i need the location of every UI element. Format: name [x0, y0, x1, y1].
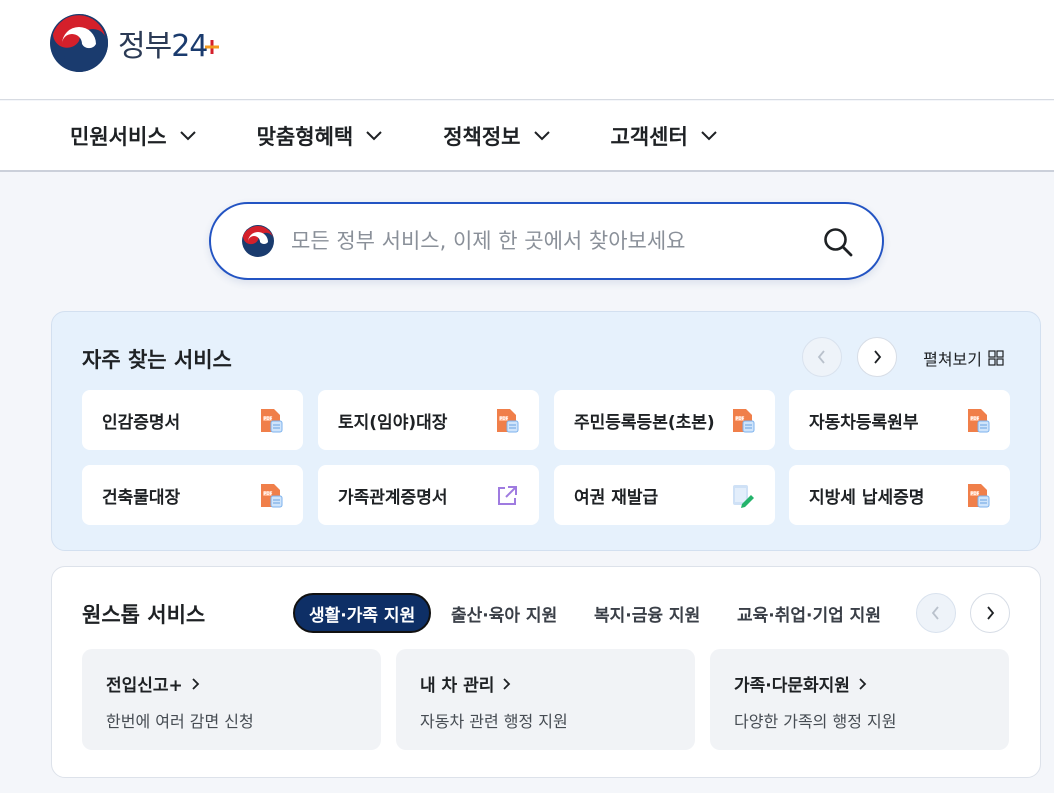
chevron-right-icon [192, 677, 200, 690]
tab-label: 생활·가족 지원 [309, 605, 416, 626]
card-description: 다양한 가족의 행정 지원 [734, 712, 897, 731]
service-label: 주민등록등본(초본) [574, 412, 715, 433]
chevron-right-icon [874, 350, 882, 364]
gnb-item-customer-center[interactable]: 고객센터 [611, 121, 718, 151]
grid-icon [988, 350, 1004, 366]
gnb-label: 민원서비스 [70, 124, 167, 149]
search-icon[interactable] [822, 226, 854, 258]
pdf-icon: PDF [968, 484, 990, 508]
card-description: 한번에 여러 감면 신청 [106, 712, 254, 731]
onestop-card-move-in-report[interactable]: 전입신고+ 한번에 여러 감면 신청 [82, 649, 381, 750]
spread-view-button[interactable]: 펼쳐보기 [923, 346, 1004, 370]
gnb-label: 맞춤형혜택 [256, 124, 354, 149]
tabs-prev-button[interactable] [916, 593, 956, 633]
onestop-card-my-car[interactable]: 내 차 관리 자동차 관련 행정 지원 [396, 649, 695, 750]
card-title: 전입신고+ [106, 671, 357, 696]
card-title-text: 내 차 관리 [420, 676, 495, 696]
card-title: 가족·다문화지원 [734, 671, 985, 696]
external-link-icon [498, 486, 517, 505]
brand-name: 정부 24 [118, 21, 220, 65]
gnb-item-custom-benefits[interactable]: 맞춤형혜택 [257, 121, 384, 151]
service-card-building-register[interactable]: 건축물대장 PDF [82, 465, 303, 525]
tab-welfare-finance[interactable]: 복지·금융 지원 [594, 593, 700, 633]
service-card-resident-register[interactable]: 주민등록등본(초본) PDF [554, 390, 775, 450]
card-title: 내 차 관리 [420, 671, 671, 696]
card-title-text: 전입신고+ [106, 676, 183, 696]
service-label: 지방세 납세증명 [809, 487, 925, 508]
gnb-label: 고객센터 [610, 124, 688, 149]
tab-label: 출산·육아 지원 [451, 605, 558, 626]
chevron-right-icon [987, 606, 995, 620]
chevron-down-icon [701, 130, 717, 140]
section-title: 원스톱 서비스 [82, 603, 206, 627]
chevron-down-icon [366, 130, 382, 140]
service-label: 건축물대장 [102, 487, 181, 508]
service-card-land-register[interactable]: 토지(임야)대장 PDF [318, 390, 539, 450]
tab-education-employment[interactable]: 교육·취업·기업 지원 [737, 593, 881, 633]
chevron-right-icon [859, 677, 867, 690]
taegeuk-logo-icon [50, 14, 108, 72]
carousel-prev-button[interactable] [802, 337, 842, 377]
service-label: 여권 재발급 [574, 487, 659, 508]
chevron-left-icon [817, 350, 825, 364]
edit-document-icon [733, 485, 754, 508]
chevron-down-icon [179, 130, 196, 140]
taegeuk-mini-icon [242, 225, 274, 257]
gnb-item-policy-info[interactable]: 정책정보 [443, 121, 550, 151]
chevron-right-icon [503, 677, 511, 690]
service-label: 인감증명서 [102, 412, 181, 433]
svg-text:PDF: PDF [736, 416, 745, 421]
service-card-local-tax-certificate[interactable]: 지방세 납세증명 PDF [789, 465, 1010, 525]
pdf-icon: PDF [968, 409, 990, 433]
onestop-services-panel: 원스톱 서비스 생활·가족 지원 출산·육아 지원 복지·금융 지원 교육·취업… [51, 566, 1041, 778]
carousel-next-button[interactable] [857, 337, 897, 377]
service-card-family-certificate[interactable]: 가족관계증명서 [318, 465, 539, 525]
tab-label: 교육·취업·기업 지원 [737, 605, 881, 626]
svg-text:PDF: PDF [500, 416, 509, 421]
service-card-seal-certificate[interactable]: 인감증명서 PDF [82, 390, 303, 450]
tab-life-family[interactable]: 생활·가족 지원 [293, 593, 432, 633]
chevron-down-icon [533, 130, 550, 140]
service-label: 토지(임야)대장 [338, 412, 448, 433]
search-bar [209, 202, 884, 280]
service-label: 가족관계증명서 [338, 487, 448, 508]
pdf-icon: PDF [733, 409, 755, 433]
tabs-next-button[interactable] [970, 593, 1010, 633]
gnb-item-civil-service[interactable]: 민원서비스 [70, 121, 197, 151]
plus-mark-icon [205, 40, 220, 54]
service-label: 자동차등록원부 [809, 412, 919, 433]
brand-number: 24 [171, 29, 208, 64]
pdf-icon: PDF [261, 409, 283, 433]
svg-text:PDF: PDF [971, 416, 980, 421]
service-card-passport-reissue[interactable]: 여권 재발급 [554, 465, 775, 525]
tab-birth-childcare[interactable]: 출산·육아 지원 [451, 593, 557, 633]
site-logo[interactable]: 정부 24 [50, 14, 220, 72]
chevron-left-icon [931, 606, 939, 620]
frequent-services-panel: 자주 찾는 서비스 펼쳐보기 인감증명서 PDF 토지(임야)대장 PDF 주민… [51, 311, 1041, 551]
card-description: 자동차 관련 행정 지원 [420, 712, 568, 731]
service-card-vehicle-register[interactable]: 자동차등록원부 PDF [789, 390, 1010, 450]
search-input[interactable] [291, 229, 811, 253]
svg-text:PDF: PDF [971, 491, 980, 496]
gnb-label: 정책정보 [443, 124, 521, 149]
tab-label: 복지·금융 지원 [594, 605, 701, 626]
pdf-icon: PDF [497, 409, 519, 433]
brand-name-text: 정부 [118, 29, 172, 64]
svg-text:PDF: PDF [264, 491, 273, 496]
pdf-icon: PDF [261, 484, 283, 508]
card-title-text: 가족·다문화지원 [734, 676, 850, 696]
onestop-card-family-multicultural[interactable]: 가족·다문화지원 다양한 가족의 행정 지원 [710, 649, 1009, 750]
spread-label: 펼쳐보기 [923, 350, 982, 369]
section-title: 자주 찾는 서비스 [82, 348, 232, 372]
svg-text:PDF: PDF [264, 416, 273, 421]
main-navigation: 민원서비스 맞춤형혜택 정책정보 고객센터 [0, 101, 1054, 172]
site-header: 정부 24 [0, 0, 1054, 100]
